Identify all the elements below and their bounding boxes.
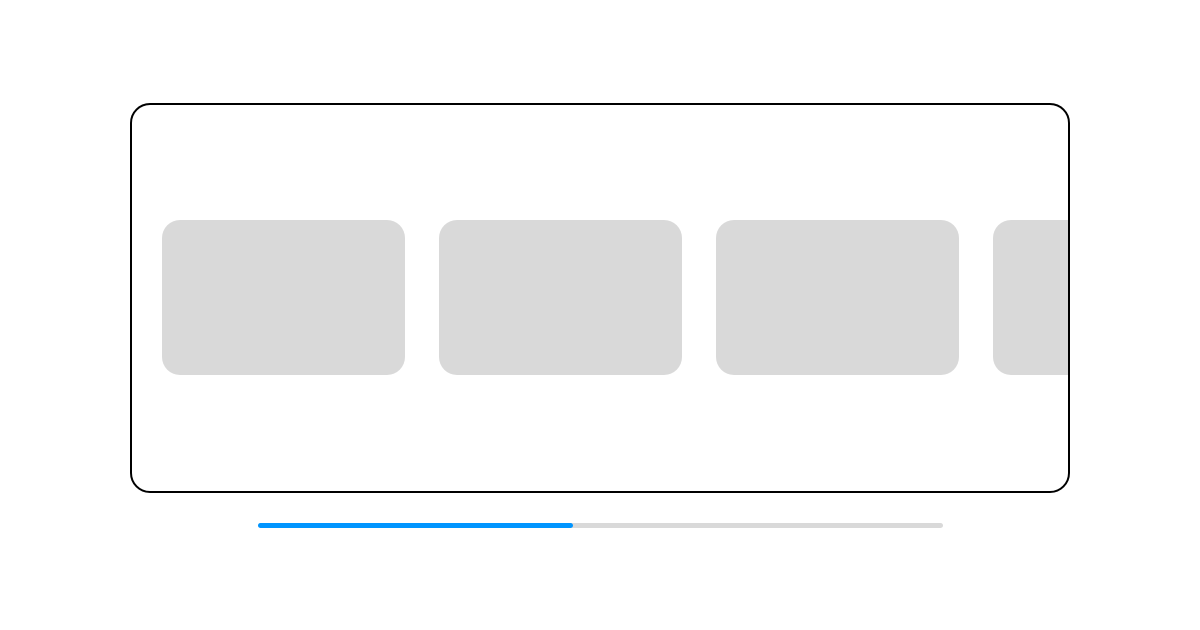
progress-fill	[258, 523, 573, 528]
carousel-track[interactable]	[132, 220, 1070, 375]
carousel-container[interactable]	[130, 103, 1070, 493]
carousel-card[interactable]	[439, 220, 682, 375]
progress-bar[interactable]	[258, 523, 943, 528]
carousel-card[interactable]	[993, 220, 1070, 375]
progress-track	[258, 523, 943, 528]
carousel-card[interactable]	[716, 220, 959, 375]
carousel-card[interactable]	[162, 220, 405, 375]
